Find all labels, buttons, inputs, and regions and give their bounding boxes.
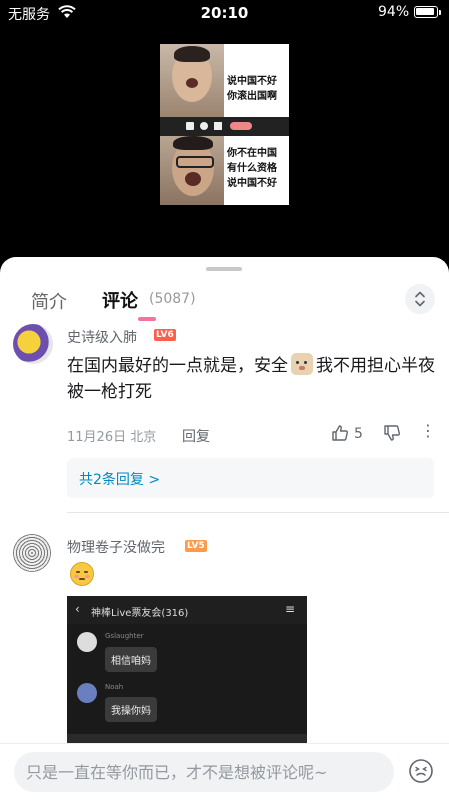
blush-emoji-icon — [70, 562, 94, 586]
comment-input[interactable] — [14, 752, 394, 792]
caption-line: 你不在中国 — [227, 148, 277, 159]
comment-count: (5087) — [149, 291, 196, 307]
caption-line: 说中国不好 — [227, 76, 277, 87]
video-player[interactable]: 说中国不好 你滚出国啊 你不在中国 有什么资格 说中国不好 — [160, 44, 289, 205]
tab-comments[interactable]: 评论 — [102, 287, 138, 313]
image-chat-title: 神棒Live票友会(316) — [91, 608, 189, 619]
caption-line: 有什么资格 — [227, 163, 277, 174]
level-badge: LV6 — [154, 329, 176, 341]
chat-bubble: 我操你妈 — [105, 697, 157, 722]
dislike-icon[interactable] — [383, 424, 401, 446]
like-icon[interactable] — [331, 424, 349, 446]
view-replies-link[interactable]: 共2条回复 > — [79, 469, 160, 489]
video-caption-top: 说中国不好 你滚出国啊 — [227, 74, 287, 104]
divider — [67, 512, 449, 513]
status-bar: 无服务 20:10 94% — [0, 0, 449, 26]
comment-username[interactable]: 史诗级入肺 — [67, 327, 137, 347]
sort-chevrons-icon — [415, 291, 425, 307]
battery-level-fill — [416, 8, 434, 15]
avatar[interactable] — [13, 324, 53, 364]
emoji-button-icon[interactable] — [408, 758, 434, 784]
video-face-top — [160, 44, 224, 117]
battery-percent: 94% — [378, 4, 410, 20]
video-caption-bottom: 你不在中国 有什么资格 说中国不好 — [227, 146, 287, 191]
comment-image[interactable]: ‹ 神棒Live票友会(316) ≡ Gslaughter 相信咱妈 Noah … — [67, 596, 307, 746]
video-face-bottom — [160, 136, 224, 205]
chat-username: Noah — [105, 683, 124, 691]
image-chat-header: ‹ 神棒Live票友会(316) ≡ — [67, 596, 307, 624]
menu-icon: ≡ — [285, 602, 296, 616]
tab-indicator — [138, 317, 156, 321]
more-options-icon[interactable]: ⋮ — [420, 421, 436, 440]
level-badge: LV5 — [185, 540, 207, 552]
battery-nub — [439, 10, 441, 15]
chat-bubble: 相信咱妈 — [105, 647, 157, 672]
dog-emoji-icon — [291, 353, 313, 375]
caption-line: 说中国不好 — [227, 178, 277, 189]
sheet-handle[interactable] — [206, 267, 242, 271]
back-icon: ‹ — [75, 602, 80, 616]
comment-text-part: 在国内最好的一点就是，安全 — [67, 356, 288, 376]
chat-username: Gslaughter — [105, 632, 144, 640]
reply-button[interactable]: 回复 — [182, 426, 210, 446]
chat-avatar — [77, 683, 97, 703]
battery-icon — [414, 6, 438, 18]
comment-date: 11月26日 北京 — [67, 430, 157, 445]
like-count: 5 — [354, 426, 363, 442]
chat-avatar — [77, 632, 97, 652]
tab-intro[interactable]: 简介 — [31, 288, 67, 314]
avatar[interactable] — [13, 534, 51, 572]
comment-text: 在国内最好的一点就是，安全 我不用担心半夜被一枪打死 — [67, 353, 437, 405]
sort-button[interactable] — [405, 284, 435, 314]
caption-line: 你滚出国啊 — [227, 91, 277, 102]
comment-username[interactable]: 物理卷子没做完 — [67, 537, 165, 557]
video-control-strip — [160, 117, 289, 136]
